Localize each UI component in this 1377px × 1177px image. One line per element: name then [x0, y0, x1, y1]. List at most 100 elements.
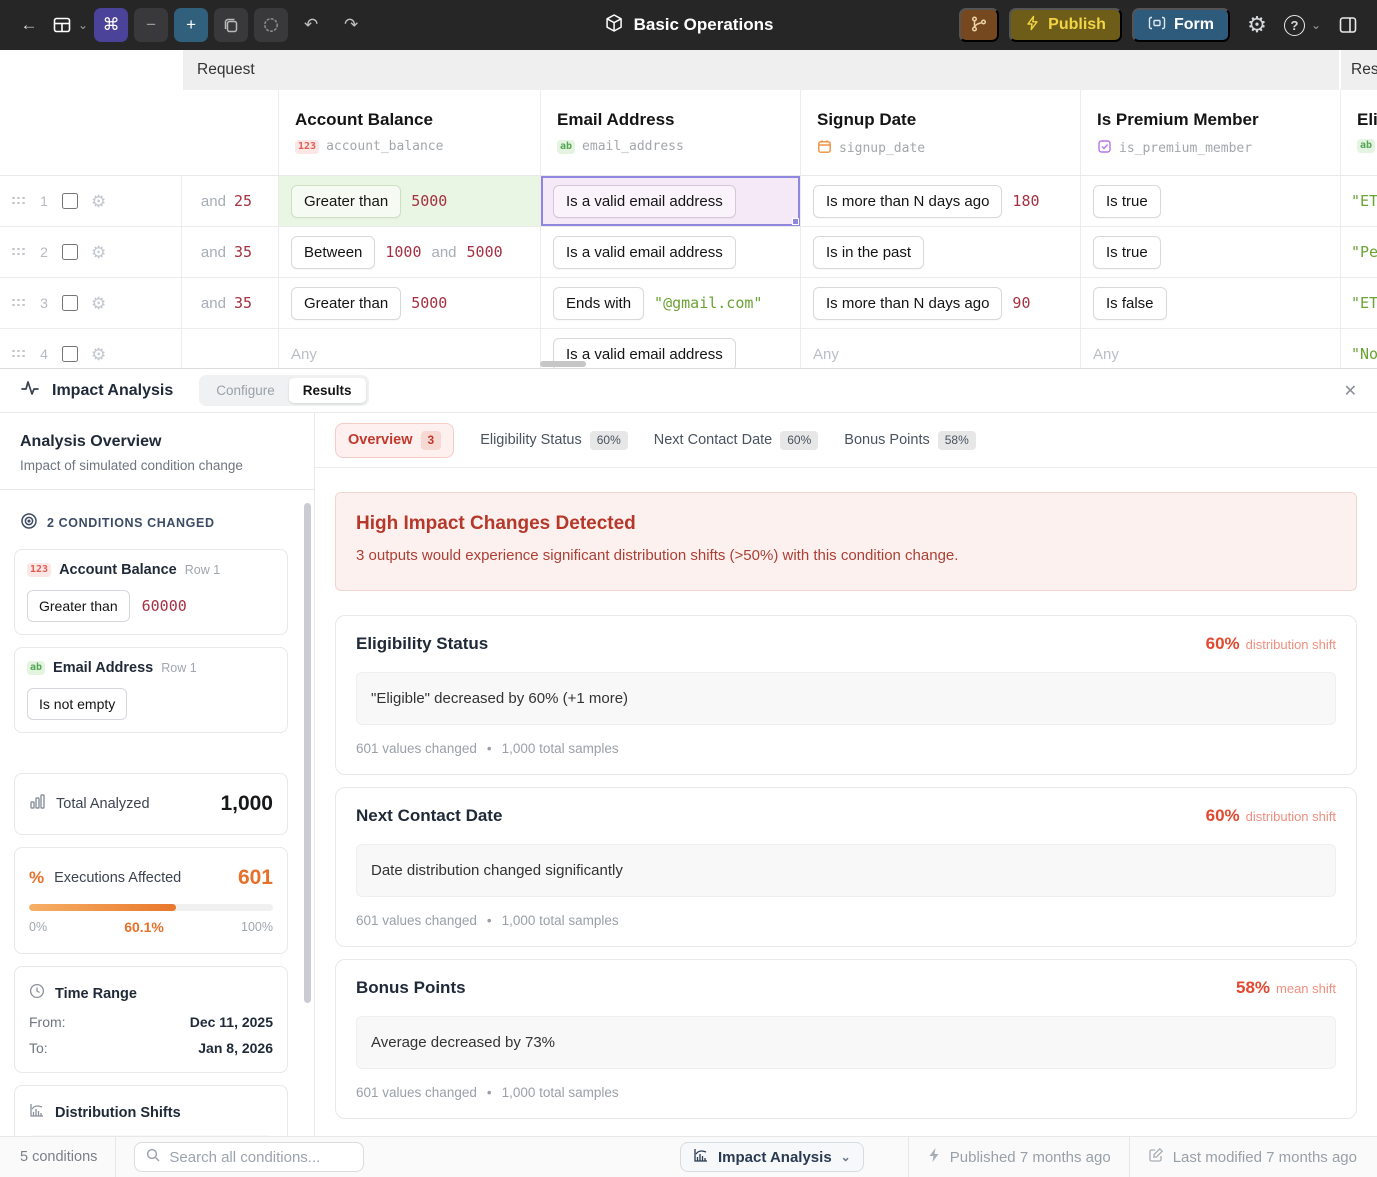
response-cell[interactable]: "ET: [1340, 176, 1377, 226]
undo-button[interactable]: ↶: [294, 8, 328, 42]
operator-chip[interactable]: Is a valid email address: [553, 185, 736, 218]
premium-cell[interactable]: Is true: [1080, 176, 1340, 226]
header-response-column[interactable]: Eli ab: [1340, 90, 1377, 175]
header-email-address[interactable]: Email Address abemail_address: [540, 90, 800, 175]
form-button[interactable]: Form: [1132, 8, 1230, 42]
search-box[interactable]: [134, 1142, 364, 1172]
publish-label: Publish: [1048, 16, 1106, 34]
balance-value-min[interactable]: 1000: [385, 243, 421, 261]
tab-next-contact-date[interactable]: Next Contact Date 60%: [654, 431, 819, 450]
tab-overview[interactable]: Overview 3: [335, 423, 454, 458]
balance-cell[interactable]: Greater than 5000: [278, 278, 540, 328]
email-cell[interactable]: Is a valid email address: [540, 227, 800, 277]
row-gear-icon[interactable]: ⚙: [91, 244, 106, 261]
signup-cell[interactable]: Is more than N days ago 180: [800, 176, 1080, 226]
row-gear-icon[interactable]: ⚙: [91, 295, 106, 312]
header-is-premium-member[interactable]: Is Premium Member is_premium_member: [1080, 90, 1340, 175]
tab-configure[interactable]: Configure: [202, 378, 289, 403]
row-checkbox[interactable]: [62, 295, 78, 311]
age-value[interactable]: 35: [234, 294, 252, 312]
chevron-down-icon: ⌄: [841, 1150, 851, 1164]
row-gear-icon[interactable]: ⚙: [91, 193, 106, 210]
response-cell[interactable]: "ET: [1340, 278, 1377, 328]
signup-cell[interactable]: Any: [800, 329, 1080, 368]
header-account-balance[interactable]: Account Balance 123account_balance: [278, 90, 540, 175]
signup-cell[interactable]: Is more than N days ago 90: [800, 278, 1080, 328]
age-value[interactable]: 25: [234, 192, 252, 210]
sidebar-heading: Analysis Overview: [20, 433, 294, 451]
email-value[interactable]: "@gmail.com": [654, 294, 762, 312]
panel-toggle-button[interactable]: [1331, 8, 1365, 42]
operator-chip[interactable]: Is in the past: [813, 236, 924, 269]
condition-title: Account Balance: [59, 562, 177, 578]
drag-handle-icon[interactable]: [12, 197, 26, 206]
balance-cell[interactable]: Any: [278, 329, 540, 368]
form-label: Form: [1174, 16, 1214, 34]
horizontal-scrollbar[interactable]: [540, 361, 586, 367]
response-cell[interactable]: "Pe: [1340, 227, 1377, 277]
copy-button[interactable]: [214, 8, 248, 42]
help-button[interactable]: ? ⌄: [1284, 8, 1321, 42]
settings-button[interactable]: ⚙: [1240, 8, 1274, 42]
search-input[interactable]: [169, 1149, 368, 1166]
balance-cell-highlighted[interactable]: Greater than 5000: [278, 176, 540, 226]
operator-chip[interactable]: Greater than: [291, 287, 401, 320]
zoom-out-button[interactable]: −: [134, 8, 168, 42]
age-value[interactable]: 35: [234, 243, 252, 261]
drag-handle-icon[interactable]: [12, 350, 26, 359]
row-checkbox[interactable]: [62, 346, 78, 362]
publish-button[interactable]: Publish: [1009, 8, 1122, 42]
row-checkbox[interactable]: [62, 193, 78, 209]
balance-value[interactable]: 5000: [411, 192, 447, 210]
operator-chip[interactable]: Is more than N days ago: [813, 185, 1002, 218]
operator-chip[interactable]: Is more than N days ago: [813, 287, 1002, 320]
operator-chip[interactable]: Between: [291, 236, 375, 269]
balance-value[interactable]: 5000: [411, 294, 447, 312]
operator-chip[interactable]: Is true: [1093, 185, 1161, 218]
branch-button[interactable]: [959, 8, 999, 42]
panel-title: Impact Analysis: [52, 382, 173, 400]
zoom-in-button[interactable]: +: [174, 8, 208, 42]
row-number: 2: [39, 244, 49, 260]
string-type-icon: ab: [27, 661, 45, 675]
tab-eligibility-status[interactable]: Eligibility Status 60%: [480, 431, 628, 450]
premium-cell[interactable]: Is false: [1080, 278, 1340, 328]
view-switcher-button[interactable]: ⌄: [52, 8, 88, 42]
selection-button[interactable]: [254, 8, 288, 42]
tab-bonus-points[interactable]: Bonus Points 58%: [844, 431, 975, 450]
mode-selector-button[interactable]: Impact Analysis ⌄: [680, 1142, 864, 1172]
operator-chip[interactable]: Is false: [1093, 287, 1167, 320]
row-checkbox[interactable]: [62, 244, 78, 260]
email-cell-selected[interactable]: Is a valid email address: [540, 176, 800, 226]
email-cell[interactable]: Ends with "@gmail.com": [540, 278, 800, 328]
signup-value[interactable]: 90: [1012, 294, 1030, 312]
sidebar-scrollbar[interactable]: [304, 503, 311, 1003]
drag-handle-icon[interactable]: [12, 299, 26, 308]
header-signup-date[interactable]: Signup Date signup_date: [800, 90, 1080, 175]
operator-chip[interactable]: Ends with: [553, 287, 644, 320]
signup-value[interactable]: 180: [1012, 192, 1039, 210]
balance-cell[interactable]: Between1000and5000: [278, 227, 540, 277]
selection-resize-handle[interactable]: [792, 218, 799, 225]
close-icon[interactable]: ✕: [1344, 381, 1357, 401]
drag-handle-icon[interactable]: [12, 248, 26, 257]
condition-value[interactable]: 60000: [142, 597, 187, 615]
signup-cell[interactable]: Is in the past: [800, 227, 1080, 277]
operator-chip[interactable]: Is a valid email address: [553, 236, 736, 269]
tab-results[interactable]: Results: [289, 378, 366, 403]
operator-chip[interactable]: Greater than: [291, 185, 401, 218]
operator-chip[interactable]: Greater than: [27, 590, 130, 622]
operator-chip[interactable]: Is not empty: [27, 688, 127, 720]
command-mode-button[interactable]: ⌘: [94, 8, 128, 42]
form-icon: [1148, 15, 1166, 36]
redo-button[interactable]: ↷: [334, 8, 368, 42]
response-cell[interactable]: "No: [1340, 329, 1377, 368]
plus-icon: +: [186, 15, 196, 35]
row-gear-icon[interactable]: ⚙: [91, 346, 106, 363]
balance-value-max[interactable]: 5000: [467, 243, 503, 261]
premium-cell[interactable]: Any: [1080, 329, 1340, 368]
distribution-shifts-card: Distribution Shifts Eligibility Status 6…: [14, 1085, 288, 1136]
operator-chip[interactable]: Is true: [1093, 236, 1161, 269]
back-button[interactable]: ←: [12, 8, 46, 42]
premium-cell[interactable]: Is true: [1080, 227, 1340, 277]
